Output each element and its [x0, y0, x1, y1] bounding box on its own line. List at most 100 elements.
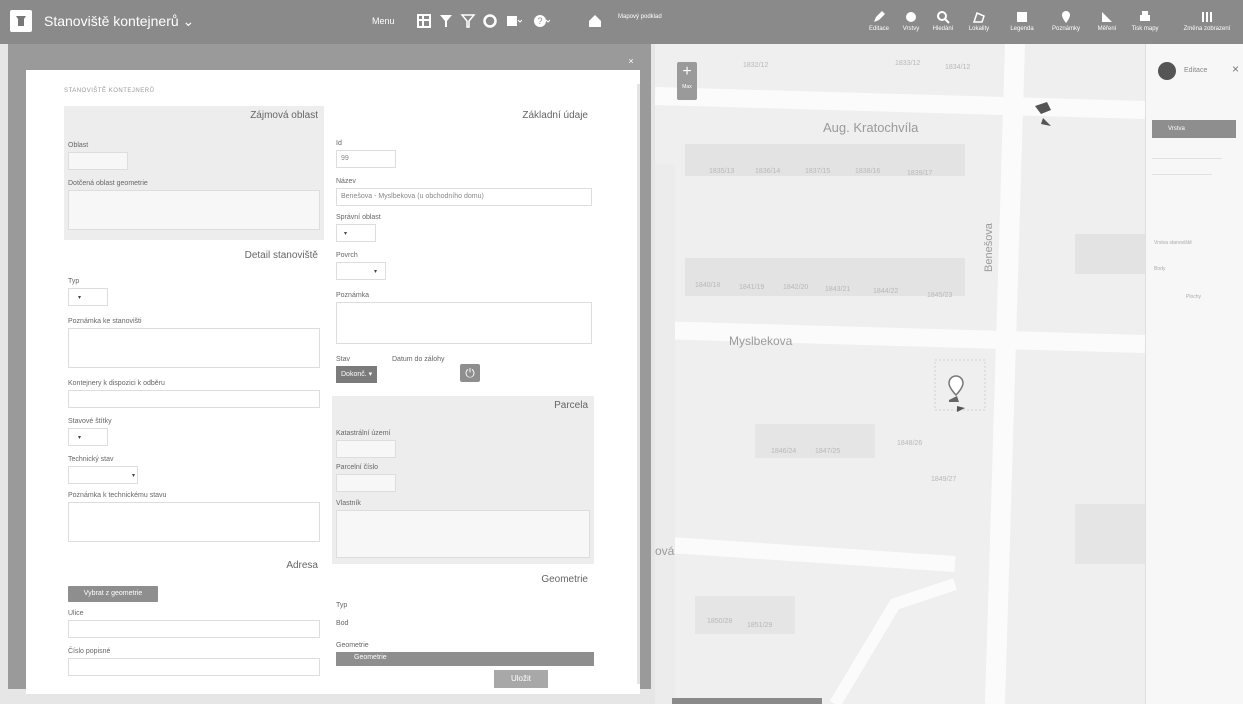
circle-icon[interactable] — [481, 12, 499, 30]
tool-label: Měření — [1097, 26, 1117, 32]
geometry-area-field[interactable] — [68, 190, 320, 230]
geometry-type-value: Bod — [336, 620, 349, 627]
save-button[interactable]: Uložit — [494, 670, 548, 688]
chevron-down-icon: ▾ — [368, 371, 373, 378]
zoom-in-button[interactable]: + Max — [677, 62, 697, 100]
filter-clear-icon[interactable] — [459, 12, 477, 30]
dialog-close-button[interactable]: × — [618, 56, 644, 70]
edit-panel-header: Editace × — [1152, 62, 1240, 82]
field-label: Ulice — [68, 610, 84, 617]
nazev-input[interactable]: Benešova - Myslbekova (u obchodního domu… — [336, 188, 592, 206]
field-label: Datum do zálohy — [392, 356, 445, 363]
zoom-sub-label: Max — [682, 84, 692, 90]
field-label: Parcelní číslo — [336, 464, 379, 471]
geometry-edit-row[interactable]: Geometrie — [336, 652, 594, 666]
id-input[interactable]: 99 — [336, 150, 396, 168]
tool-legenda[interactable]: Legenda — [1004, 6, 1040, 40]
house-number: 1834/12 — [945, 64, 971, 71]
app-logo-icon — [10, 10, 32, 32]
poznamka-textarea[interactable] — [68, 328, 320, 368]
section-geometrie: Geometrie Typ Bod Geometrie — [332, 570, 594, 650]
field-label: Stavové štítky — [68, 418, 112, 425]
pin-icon — [1062, 11, 1070, 23]
app-title-dropdown[interactable]: Stanoviště kontejnerů ⌄ — [44, 13, 194, 30]
right-panel: Editace × Vrstva Vrstva stanoviště Body … — [1145, 44, 1243, 704]
tool-poznamky[interactable]: Poznámky — [1046, 6, 1086, 40]
house-number: 1848/26 — [897, 440, 923, 447]
container-marker-icon[interactable] — [1033, 100, 1055, 128]
polygon-icon — [972, 11, 985, 23]
section-title: Adresa — [286, 560, 318, 571]
stav-dropdown[interactable]: Dokonč. ▾ — [336, 366, 378, 383]
stav-value: Dokonč. — [341, 371, 367, 378]
map-canvas[interactable]: + Max Aug. Kratochvíla Myslbekova ová Be… — [655, 44, 1145, 704]
katastralni-uzemi-input[interactable] — [336, 440, 396, 458]
povrch-select[interactable] — [336, 262, 386, 280]
house-number: 1842/20 — [783, 284, 809, 291]
tool-tisk[interactable]: Tisk mapy — [1128, 6, 1162, 40]
map-base — [655, 44, 1145, 704]
cislo-popisne-input[interactable] — [68, 658, 320, 676]
layers-icon — [906, 12, 916, 22]
grid-icon[interactable] — [415, 12, 433, 30]
field-label: Geometrie — [336, 642, 369, 649]
poznamka-tech-textarea[interactable] — [68, 502, 320, 542]
parcelni-cislo-input[interactable] — [336, 474, 396, 492]
layer-list-item[interactable]: Plochy — [1186, 294, 1201, 300]
tool-label: Tisk mapy — [1131, 26, 1159, 32]
field-label: Vlastník — [336, 500, 361, 507]
chevron-down-icon: ▾ — [78, 295, 82, 301]
street-label: ová — [655, 544, 675, 558]
ulice-input[interactable] — [68, 620, 320, 638]
background-layer-label[interactable]: Mapový podklad — [618, 13, 666, 21]
poznamka-textarea[interactable] — [336, 302, 592, 344]
edit-circle-icon — [1158, 62, 1176, 80]
container-site-form: STANOVIŠTĚ KONTEJNERŮ Zájmová oblast Obl… — [26, 70, 640, 694]
tool-editace[interactable]: Editace — [866, 6, 892, 40]
scrollbar[interactable] — [637, 84, 640, 684]
chevron-down-icon: ⌄ — [182, 13, 195, 29]
stav-stitky-select[interactable] — [68, 428, 108, 446]
kontejnery-input[interactable] — [68, 390, 320, 408]
layer-list-item[interactable]: Body — [1154, 266, 1165, 272]
clock-icon[interactable]: ⏻ — [460, 364, 480, 382]
table-dropdown-icon[interactable] — [505, 12, 523, 30]
house-number: 1843/21 — [825, 286, 851, 293]
view-switch-icon — [1202, 12, 1212, 22]
tool-lokality[interactable]: Lokality — [964, 6, 994, 40]
house-number: 1832/12 — [743, 62, 769, 69]
street-label: Benešova — [983, 223, 995, 272]
vybrat-z-geometrie-button[interactable]: Vybrat z geometrie — [68, 586, 158, 602]
field-label: Povrch — [336, 252, 358, 259]
oblast-select[interactable] — [68, 152, 128, 170]
tool-vrstvy[interactable]: Vrstvy — [898, 6, 924, 40]
tool-label: Legenda — [1010, 26, 1034, 32]
home-icon[interactable] — [586, 12, 604, 30]
close-icon[interactable]: × — [1232, 62, 1239, 76]
filter-icon[interactable] — [437, 12, 455, 30]
layer-list-item[interactable]: Vrstva stanoviště — [1154, 240, 1192, 246]
house-number: 1845/23 — [927, 292, 953, 299]
section-zakladni-udaje: Základní údaje Id 99 Název Benešova - My… — [332, 106, 594, 394]
field-label: Dotčená oblast geometrie — [68, 180, 148, 187]
top-bar: Stanoviště kontejnerů ⌄ Menu ? Mapový po… — [0, 0, 1243, 44]
selected-location-pin-icon[interactable] — [943, 374, 969, 414]
house-number: 1833/12 — [895, 60, 921, 67]
menu-button[interactable]: Menu — [372, 16, 395, 26]
field-label: Katastrální území — [336, 430, 391, 437]
help-dropdown-icon[interactable]: ? — [533, 12, 551, 30]
technicky-stav-select[interactable] — [68, 466, 138, 484]
pencil-icon — [874, 11, 885, 22]
field-label: Poznámka ke stanovišti — [68, 318, 142, 325]
divider — [1152, 174, 1212, 175]
tool-hledani[interactable]: Hledání — [930, 6, 956, 40]
house-number: 1837/15 — [805, 168, 831, 175]
app-window: Stanoviště kontejnerů ⌄ Menu ? Mapový po… — [0, 0, 1243, 704]
spravni-oblast-select[interactable] — [336, 224, 376, 242]
house-number: 1846/24 — [771, 448, 797, 455]
vlastnik-field[interactable] — [336, 510, 590, 558]
layer-button[interactable]: Vrstva — [1152, 120, 1236, 138]
tool-mereni[interactable]: Měření — [1094, 6, 1120, 40]
tool-zmena-zobrazeni[interactable]: Změna zobrazení — [1176, 6, 1238, 40]
typ-select[interactable] — [68, 288, 108, 306]
